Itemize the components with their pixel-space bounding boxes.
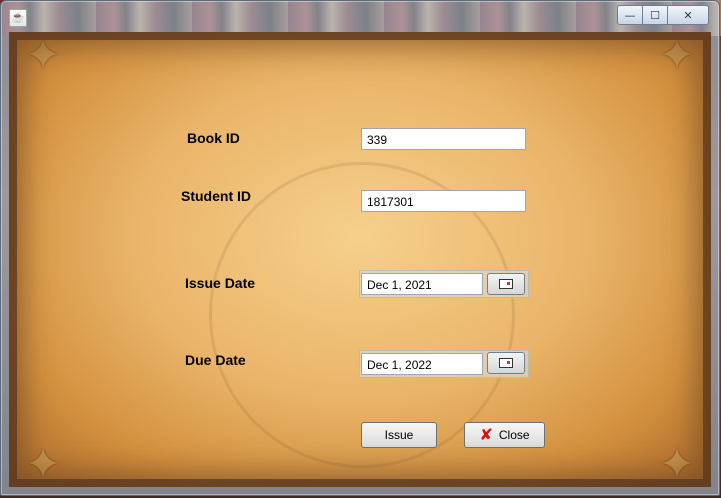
issue-date-calendar-button[interactable] xyxy=(487,273,525,295)
maximize-button[interactable]: ☐ xyxy=(643,5,668,25)
corner-star-icon: ✦ xyxy=(658,32,696,81)
corner-star-icon: ✦ xyxy=(658,439,696,487)
java-cup-icon: ☕ xyxy=(9,9,27,27)
calendar-icon xyxy=(499,358,513,368)
book-id-label: Book ID xyxy=(187,130,240,146)
issue-book-panel: ✦ ✦ ✦ ✦ Book ID 339 Student ID 1817301 I… xyxy=(9,32,711,487)
calendar-icon xyxy=(499,279,513,289)
issue-button[interactable]: Issue xyxy=(361,422,437,448)
title-bar: ☕ — ☐ ✕ xyxy=(1,1,719,31)
issue-button-label: Issue xyxy=(384,428,414,442)
student-id-field[interactable]: 1817301 xyxy=(361,190,526,212)
issue-date-label: Issue Date xyxy=(185,275,256,291)
close-button[interactable]: ✘ Close xyxy=(464,422,545,448)
window-controls: — ☐ ✕ xyxy=(617,5,709,25)
close-button-label: Close xyxy=(498,428,530,442)
app-window: ☕ — ☐ ✕ ✦ ✦ ✦ ✦ Book ID 339 Student ID 1… xyxy=(0,0,720,496)
due-date-field[interactable]: Dec 1, 2022 xyxy=(361,353,483,375)
student-id-label: Student ID xyxy=(181,188,251,204)
corner-star-icon: ✦ xyxy=(24,439,62,487)
book-id-field[interactable]: 339 xyxy=(361,128,526,150)
due-date-calendar-button[interactable] xyxy=(487,352,525,374)
corner-star-icon: ✦ xyxy=(24,32,62,81)
issue-date-field[interactable]: Dec 1, 2021 xyxy=(361,273,483,295)
close-window-button[interactable]: ✕ xyxy=(668,5,709,25)
minimize-button[interactable]: — xyxy=(617,5,643,25)
due-date-label: Due Date xyxy=(185,352,246,368)
red-x-icon: ✘ xyxy=(479,425,493,444)
